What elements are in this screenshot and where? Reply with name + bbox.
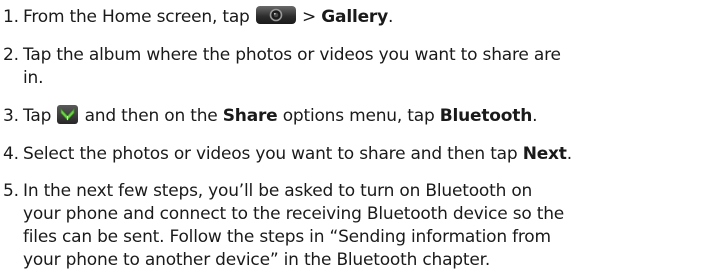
step-text-line: your phone to another device” in the Blu… <box>23 250 491 270</box>
step-text-segment: Select the photos or videos you want to … <box>23 144 523 164</box>
step-text-segment: options menu, tap <box>277 106 440 126</box>
step-text-segment: . <box>387 7 394 27</box>
step-number: 2. <box>3 45 19 65</box>
step-text-segment: . <box>566 144 572 164</box>
instruction-steps: 1. From the Home screen, tap > Gallery. … <box>0 0 721 270</box>
step-text-segment: Tap <box>23 106 57 126</box>
step-number: 1. <box>3 7 19 27</box>
step-number: 4. <box>3 144 19 164</box>
step-text: Tap the album where the photos or videos… <box>23 44 713 90</box>
step-text-line: In the next few steps, you’ll be asked t… <box>23 181 533 201</box>
step-text-line: Tap the album where the photos or videos… <box>23 45 561 65</box>
step-text-segment: and then on the <box>79 106 223 126</box>
step-text: In the next few steps, you’ll be asked t… <box>23 180 713 272</box>
share-label: Share <box>222 106 278 126</box>
step-text-segment: > <box>296 7 322 27</box>
step-text-segment: From the Home screen, tap <box>23 7 255 27</box>
next-label: Next <box>522 144 567 164</box>
step-text-line: in. <box>23 68 44 88</box>
bluetooth-label: Bluetooth <box>439 106 533 126</box>
menu-icon <box>57 104 79 124</box>
step-text-line: your phone and connect to the receiving … <box>23 204 565 224</box>
step-text-line: files can be sent. Follow the steps in “… <box>23 227 551 247</box>
step-text: Select the photos or videos you want to … <box>23 143 713 166</box>
gallery-label: Gallery <box>321 7 388 27</box>
step-text: Tap and then on the Share options menu, … <box>23 104 713 128</box>
step-number: 3. <box>3 106 19 126</box>
camera-icon <box>255 6 296 24</box>
step-text: From the Home screen, tap > Gallery. <box>23 6 713 29</box>
step-number: 5. <box>3 181 19 201</box>
step-text-segment: . <box>532 106 538 126</box>
